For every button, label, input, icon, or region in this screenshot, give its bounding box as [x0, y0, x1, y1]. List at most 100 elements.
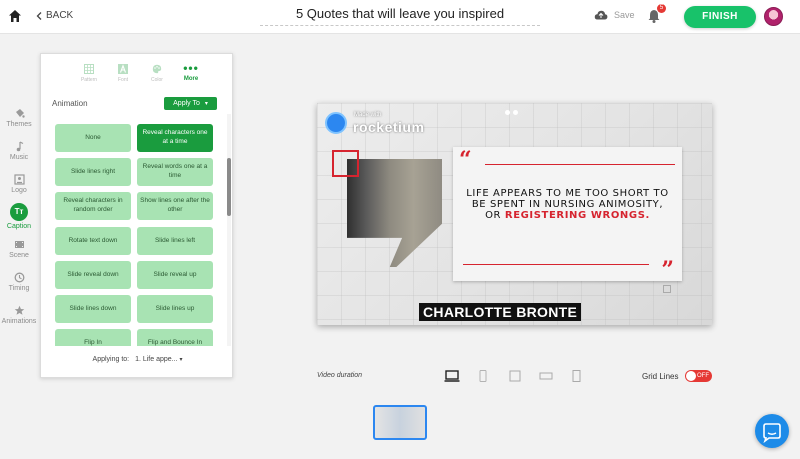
sidebar-item-label: Scene	[9, 252, 29, 259]
grid-lines-toggle[interactable]: OFF	[685, 370, 712, 382]
chat-icon	[763, 423, 781, 444]
applying-to-value: 1. Life appe...	[135, 356, 178, 363]
tab-more[interactable]: ••• More	[177, 61, 205, 82]
sidebar-item-themes[interactable]: Themes	[0, 108, 38, 128]
sidebar-item-caption[interactable]: Tт Caption	[0, 203, 38, 230]
avatar[interactable]	[764, 7, 783, 26]
tab-label: More	[183, 76, 199, 82]
video-canvas[interactable]: Made with rocketium “ Life appears to me…	[317, 103, 712, 325]
applying-to[interactable]: Applying to: 1. Life appe... ▾	[41, 356, 234, 363]
back-label: BACK	[46, 10, 74, 21]
rocketium-wordmark: rocketium	[353, 119, 425, 135]
tab-label: Pattern	[80, 77, 98, 83]
animation-option-reveal-random[interactable]: Reveal characters in random order	[55, 192, 131, 220]
top-bar: BACK 5 Quotes that will leave you inspir…	[0, 0, 800, 34]
slide-dots	[505, 110, 518, 115]
quote-card[interactable]: “ Life appears to me too short to be spe…	[453, 147, 682, 281]
applying-to-label: Applying to:	[92, 356, 130, 363]
music-note-icon	[16, 141, 23, 152]
top-red-line	[485, 164, 675, 165]
red-frame-decoration	[332, 150, 359, 177]
caret-down-icon: ▾	[179, 357, 183, 363]
desktop-icon[interactable]	[444, 370, 460, 382]
tab-pattern[interactable]: Pattern	[75, 64, 103, 83]
clock-icon	[14, 272, 24, 283]
star-icon	[14, 305, 24, 315]
sidebar-item-label: Timing	[8, 285, 30, 292]
sidebar-item-label: Animations	[1, 318, 37, 325]
scrollbar-track[interactable]	[227, 114, 231, 346]
dots-icon: •••	[183, 61, 199, 75]
back-button[interactable]: BACK	[36, 10, 73, 21]
animation-option-reveal-words[interactable]: Reveal words one at a time	[137, 158, 213, 186]
sidebar-item-animations[interactable]: Animations	[0, 305, 38, 325]
caption-panel: Pattern Font Color ••• More Animation Ap…	[40, 53, 233, 378]
close-quote-mark: ”	[661, 257, 674, 283]
notification-badge: 5	[657, 4, 666, 13]
animation-section-label: Animation	[52, 99, 88, 108]
sidebar-item-timing[interactable]: Timing	[0, 272, 38, 292]
animation-option-flip-bounce-in[interactable]: Flip and Bounce In	[137, 329, 213, 346]
sidebar-item-label: Music	[9, 154, 29, 161]
animation-option-none[interactable]: None	[55, 124, 131, 152]
quote-text-highlight: registering wrongs.	[504, 210, 650, 221]
panel-tabs: Pattern Font Color ••• More	[75, 61, 205, 94]
palette-icon	[152, 64, 162, 74]
made-with-label: Made with	[354, 112, 382, 118]
sidebar: Themes Music Logo Tт Caption Scene Timin…	[0, 35, 36, 459]
caret-down-icon: ▾	[204, 101, 208, 107]
portrait-format-icon[interactable]	[571, 370, 582, 382]
animation-option-slide-reveal-up[interactable]: Slide reveal up	[137, 261, 213, 289]
video-duration-label[interactable]: Video duration	[317, 372, 362, 379]
animation-option-slide-lines-left[interactable]: Slide lines left	[137, 227, 213, 255]
scrollbar-thumb[interactable]	[227, 158, 231, 216]
quote-text[interactable]: Life appears to me too short to be spent…	[465, 188, 670, 221]
logo-icon	[13, 174, 25, 185]
animation-option-show-lines[interactable]: Show lines one after the other	[137, 192, 213, 220]
animation-option-slide-lines-up[interactable]: Slide lines up	[137, 295, 213, 323]
open-quote-mark: “	[459, 147, 472, 173]
finish-button[interactable]: FINISH	[684, 6, 756, 28]
tab-label: Font	[117, 77, 128, 83]
save-label: Save	[614, 10, 635, 20]
save-button[interactable]: Save	[594, 10, 635, 20]
author-name[interactable]: CHARLOTTE BRONTE	[419, 303, 582, 321]
page-title[interactable]: 5 Quotes that will leave you inspired	[260, 6, 540, 26]
square-decoration	[663, 285, 671, 293]
sidebar-item-label: Themes	[6, 121, 32, 128]
tab-label: Color	[151, 77, 163, 83]
mobile-icon[interactable]	[478, 370, 488, 382]
animation-option-reveal-chars[interactable]: Reveal characters one at a time	[137, 124, 213, 152]
font-icon	[118, 64, 128, 74]
square-format-icon[interactable]	[509, 370, 521, 382]
sidebar-item-scene[interactable]: Scene	[0, 239, 38, 259]
apply-to-button[interactable]: Apply To ▾	[164, 97, 217, 110]
chat-button[interactable]	[755, 414, 789, 448]
animation-option-slide-lines-down[interactable]: Slide lines down	[55, 295, 131, 323]
apply-to-label: Apply To	[173, 100, 200, 107]
sidebar-item-label: Logo	[11, 187, 27, 194]
home-icon[interactable]	[8, 9, 22, 23]
bottom-red-line	[463, 264, 649, 265]
sidebar-item-label: Caption	[6, 223, 32, 230]
landscape-format-icon[interactable]	[539, 370, 553, 382]
animation-options: None Reveal characters one at a time Sli…	[41, 114, 227, 346]
toggle-state: OFF	[697, 373, 709, 379]
rocketium-logo-icon	[325, 112, 347, 134]
paint-bucket-icon	[15, 109, 25, 118]
animation-option-rotate-text-down[interactable]: Rotate text down	[55, 227, 131, 255]
tab-font[interactable]: Font	[109, 64, 137, 83]
animation-option-flip-in[interactable]: Flip In	[55, 329, 131, 346]
text-icon: Tт	[10, 203, 28, 221]
tab-color[interactable]: Color	[143, 64, 171, 83]
sidebar-item-logo[interactable]: Logo	[0, 174, 38, 194]
animation-option-slide-lines-right[interactable]: Slide lines right	[55, 158, 131, 186]
grid-lines-label: Grid Lines	[642, 372, 679, 381]
sidebar-item-music[interactable]: Music	[0, 141, 38, 161]
film-icon	[14, 241, 24, 248]
scene-thumbnail[interactable]	[373, 405, 427, 440]
chevron-left-icon	[36, 11, 42, 20]
grid-icon	[84, 64, 94, 74]
cloud-upload-icon	[594, 10, 608, 20]
animation-option-slide-reveal-down[interactable]: Slide reveal down	[55, 261, 131, 289]
